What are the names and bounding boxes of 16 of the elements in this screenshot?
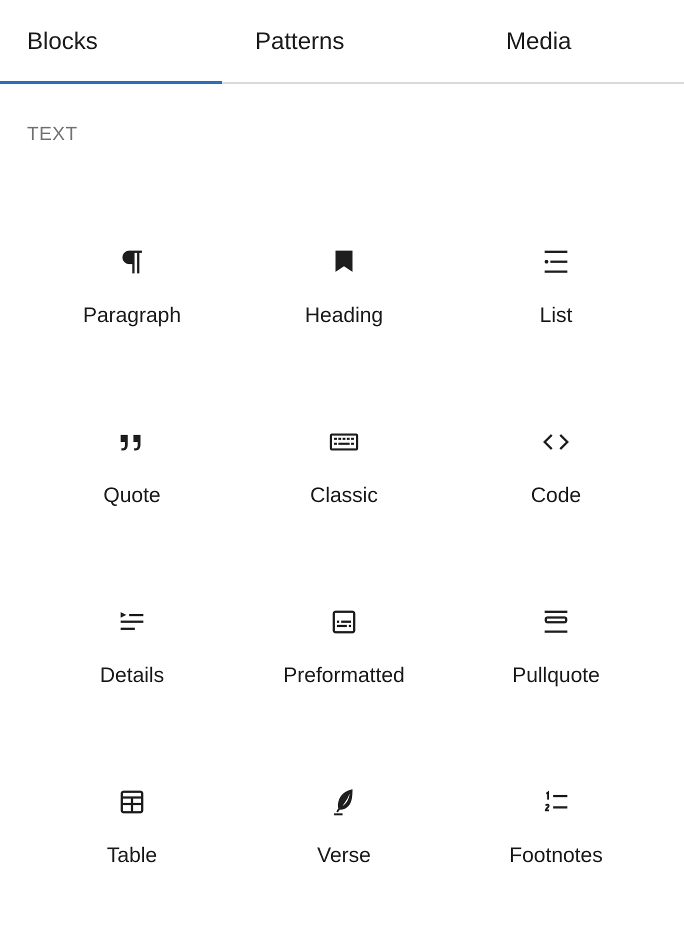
block-item[interactable]: Verse <box>238 722 450 902</box>
block-item[interactable]: Footnotes <box>450 722 662 902</box>
block-item[interactable]: List <box>450 182 662 362</box>
block-item[interactable]: Code <box>450 362 662 542</box>
block-item[interactable]: Pullquote <box>450 542 662 722</box>
block-item[interactable]: Preformatted <box>238 542 450 722</box>
block-item[interactable]: Details <box>26 542 238 722</box>
block-item[interactable]: Table <box>26 722 238 902</box>
tab[interactable]: Blocks <box>0 0 222 84</box>
tab[interactable]: Media <box>473 0 684 84</box>
tab[interactable]: Patterns <box>222 0 473 84</box>
block-item[interactable]: Quote <box>26 362 238 542</box>
block-item[interactable]: Classic <box>238 362 450 542</box>
block-item[interactable]: Paragraph <box>26 182 238 362</box>
category-heading: TEXT <box>27 124 79 146</box>
block-item[interactable]: Heading <box>238 182 450 362</box>
